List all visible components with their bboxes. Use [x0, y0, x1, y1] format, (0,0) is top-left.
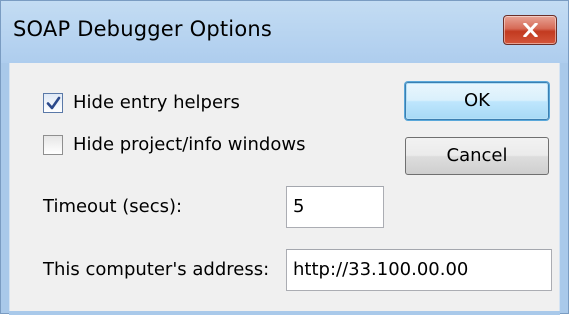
hide-entry-helpers-checkbox[interactable] [43, 93, 63, 113]
cancel-button[interactable]: Cancel [405, 137, 549, 175]
hide-entry-helpers-label: Hide entry helpers [73, 92, 240, 113]
timeout-input[interactable]: 5 [286, 186, 384, 228]
dialog-window: SOAP Debugger Options Hide entry helpers… [0, 0, 569, 315]
dialog-body: Hide entry helpers Hide project/info win… [9, 63, 560, 315]
hide-project-windows-checkbox[interactable] [43, 135, 63, 155]
window-bottom-border [9, 311, 560, 315]
checkmark-icon [46, 96, 61, 110]
computer-address-label: This computer's address: [43, 259, 270, 280]
close-icon [523, 23, 538, 37]
hide-entry-helpers-option[interactable]: Hide entry helpers [43, 92, 273, 116]
ok-button[interactable]: OK [405, 82, 549, 120]
close-button[interactable] [503, 15, 557, 45]
timeout-label: Timeout (secs): [43, 196, 183, 217]
computer-address-input[interactable]: http://33.100.00.00 [286, 249, 552, 291]
title-bar[interactable]: SOAP Debugger Options [1, 1, 568, 63]
hide-project-windows-option[interactable]: Hide project/info windows [43, 134, 343, 158]
window-title: SOAP Debugger Options [13, 17, 273, 41]
hide-project-windows-label: Hide project/info windows [73, 134, 306, 155]
